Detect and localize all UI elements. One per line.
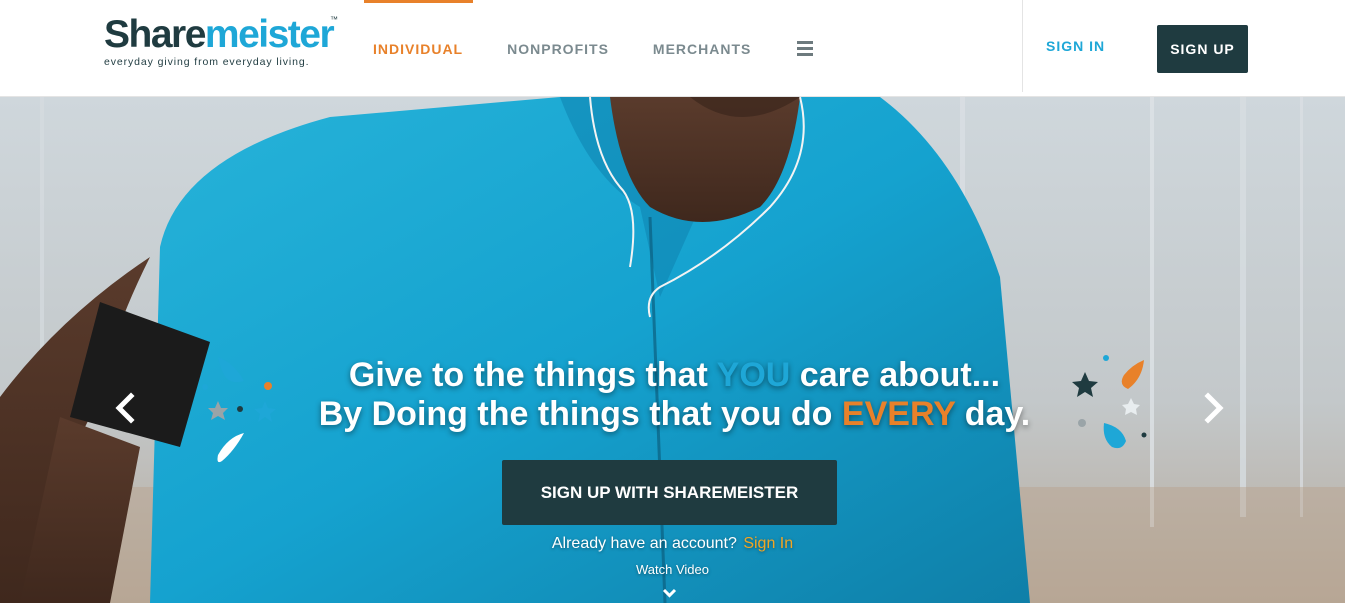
sign-up-button[interactable]: SIGN UP xyxy=(1157,25,1248,73)
sign-in-link[interactable]: SIGN IN xyxy=(1046,38,1105,54)
nav-item-merchants[interactable]: MERCHANTS xyxy=(631,0,773,97)
sharemeister-logo[interactable]: Sharemeister ™ everyday giving from ever… xyxy=(104,13,338,68)
watch-video-link[interactable]: Watch Video xyxy=(0,562,1345,577)
headline-line-2: By Doing the things that you do EVERY da… xyxy=(318,395,1031,433)
nav-item-nonprofits[interactable]: NONPROFITS xyxy=(485,0,631,97)
logo-wordmark: Sharemeister xyxy=(104,13,335,56)
trademark-symbol: ™ xyxy=(330,15,338,24)
hamburger-icon[interactable] xyxy=(773,0,823,97)
sign-up-with-sharemeister-button[interactable]: SIGN UP WITH SHAREMEISTER xyxy=(502,460,837,525)
hero-headline: Give to the things that YOU care about..… xyxy=(0,356,1345,434)
chevron-right-icon[interactable] xyxy=(1200,392,1228,424)
highlight-every: EVERY xyxy=(841,395,956,433)
site-header: Sharemeister ™ everyday giving from ever… xyxy=(0,0,1345,97)
chevron-down-icon[interactable] xyxy=(662,587,677,599)
hero-sign-in-link[interactable]: Sign In xyxy=(743,535,793,552)
headline-line-1: Give to the things that YOU care about..… xyxy=(348,356,1001,394)
highlight-you: YOU xyxy=(716,356,791,394)
main-nav: INDIVIDUAL NONPROFITS MERCHANTS xyxy=(364,0,823,97)
account-prompt: Already have an account? Sign In xyxy=(551,535,794,552)
nav-item-individual[interactable]: INDIVIDUAL xyxy=(364,0,485,97)
header-divider xyxy=(1022,0,1023,92)
hero-photo xyxy=(0,97,1345,603)
chevron-left-icon[interactable] xyxy=(111,392,139,424)
logo-tagline: everyday giving from everyday living. xyxy=(104,56,310,68)
hero-banner: Give to the things that YOU care about..… xyxy=(0,97,1345,603)
